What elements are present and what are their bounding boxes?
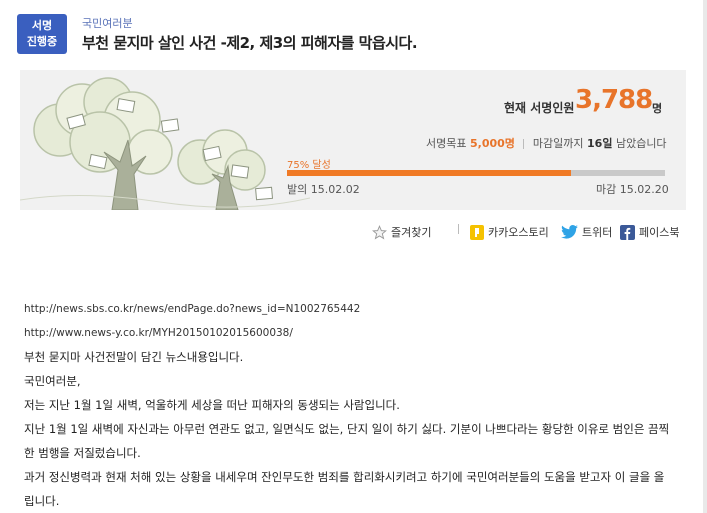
progress-bar-fill — [287, 170, 571, 176]
current-signatures-unit: 명 — [652, 102, 663, 115]
status-badge-line2: 진행중 — [26, 35, 58, 48]
start-date: 발의 15.02.02 — [287, 181, 360, 197]
facebook-share-button[interactable]: 페이스북 — [620, 224, 679, 240]
divider — [458, 224, 459, 234]
goal-value: 5,000명 — [469, 137, 515, 150]
start-label: 발의 — [287, 183, 308, 196]
divider — [523, 139, 525, 149]
bookmark-label: 즐겨찾기 — [391, 226, 432, 239]
twitter-icon — [561, 225, 578, 239]
deadline-days: 16일 — [587, 137, 613, 150]
petition-category[interactable]: 국민여러분 — [82, 15, 133, 31]
deadline-prefix: 마감일까지 — [532, 137, 584, 150]
bookmark-button[interactable]: 즐겨찾기 — [372, 224, 431, 240]
twitter-label: 트위터 — [582, 226, 613, 239]
goal-row: 서명목표 5,000명 마감일까지 16일 남았습니다 — [426, 135, 667, 151]
facebook-icon — [620, 224, 635, 240]
status-badge: 서명 진행중 — [17, 14, 67, 54]
star-icon — [372, 224, 387, 239]
news-link-2[interactable]: http://www.news-y.co.kr/MYH2015010201560… — [24, 321, 674, 345]
end-date: 마감 15.02.20 — [596, 181, 669, 197]
goal-label: 서명목표 — [426, 137, 467, 150]
body-paragraph: 저는 지난 1월 1일 새벽, 억울하게 세상을 떠난 피해자의 동생되는 사람… — [24, 398, 400, 412]
twitter-share-button[interactable]: 트위터 — [561, 224, 612, 240]
kakaostory-icon — [470, 224, 484, 240]
progress-bar — [287, 170, 665, 176]
body-paragraph: 지난 1월 1일 새벽에 자신과는 아무런 연관도 없고, 일면식도 없는, 단… — [24, 422, 670, 460]
body-paragraph: 부천 묻지마 사건전말이 담긴 뉴스내용입니다. — [24, 350, 244, 364]
facebook-label: 페이스북 — [639, 226, 680, 239]
progress-label: 75% 달성 — [287, 160, 331, 171]
body-paragraph: 과거 정신병력과 현재 처해 있는 상황을 내세우며 잔인무도한 범죄를 합리화… — [24, 470, 665, 508]
current-signatures-label: 현재 서명인원 — [504, 101, 575, 115]
start-date-value: 15.02.02 — [310, 183, 360, 196]
window-frame-edge — [703, 0, 707, 513]
petition-body: http://news.sbs.co.kr/news/endPage.do?ne… — [24, 297, 674, 513]
end-label: 마감 — [596, 183, 617, 196]
petition-title: 부천 묻지마 살인 사건 -제2, 제3의 피해자를 막읍시다. — [82, 34, 418, 52]
news-link-1[interactable]: http://news.sbs.co.kr/news/endPage.do?ne… — [24, 297, 674, 321]
body-paragraph: 국민여러분, — [24, 374, 81, 388]
kakaostory-label: 카카오스토리 — [488, 226, 549, 239]
tree-illustration — [20, 77, 310, 210]
status-badge-line1: 서명 — [31, 19, 53, 32]
share-divider — [453, 224, 464, 234]
deadline-suffix: 남았습니다 — [615, 137, 667, 150]
end-date-value: 15.02.20 — [619, 183, 669, 196]
current-signatures-count: 3,788 — [575, 85, 653, 115]
kakaostory-share-button[interactable]: 카카오스토리 — [470, 224, 549, 240]
